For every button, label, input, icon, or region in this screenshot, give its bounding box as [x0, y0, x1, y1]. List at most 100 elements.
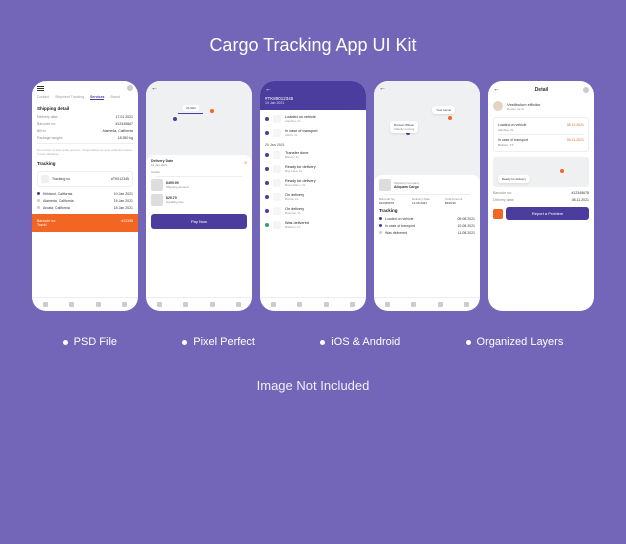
ev-date: 09.11.2021 [567, 138, 584, 142]
tab-brand[interactable]: Brand [110, 95, 119, 100]
feature-label: PSD File [74, 336, 117, 348]
delivery-v: 08.11.2021 [572, 198, 589, 202]
nav-track-icon[interactable] [438, 302, 443, 307]
status-item[interactable]: Was deliveredBaldwin, FL [260, 218, 366, 232]
status-item[interactable]: Ready for deliveryBay Lake, FL [260, 162, 366, 176]
amount-label: Shipping Amount [166, 185, 247, 189]
ready-icon [273, 179, 281, 187]
feature-item: Pixel Perfect [182, 336, 255, 348]
nav-track-icon[interactable] [324, 302, 329, 307]
nav-profile-icon[interactable] [464, 302, 469, 307]
avatar[interactable] [127, 85, 133, 91]
back-icon[interactable]: ← [265, 86, 272, 93]
status-item[interactable]: Transfer doneBartow, FL [260, 148, 366, 162]
back-icon[interactable]: ← [493, 86, 500, 93]
feature-item: iOS & Android [320, 336, 400, 348]
nav-home-icon[interactable] [385, 302, 390, 307]
status-item[interactable]: Loaded on vehicleAlachua, FL [260, 112, 366, 126]
map[interactable]: ← Ronson WilsonAtlantic coming Your Home [374, 81, 480, 181]
status-item[interactable]: On deliveryBushnel, FL [260, 204, 366, 218]
screen-shipping-detail: Contact Shipment Tracking Services Brand… [32, 81, 138, 311]
footer-text: Image Not Included [257, 378, 370, 393]
bottom-nav [374, 297, 480, 311]
ev-date: 11.08.2021 [458, 231, 475, 235]
tab-shipment[interactable]: Shipment Tracking [55, 95, 84, 100]
tracking-section: Tracking [379, 205, 475, 215]
section-tracking: Tracking [32, 158, 138, 168]
ev-title: Loaded on vehicle [498, 123, 526, 127]
tl-date: 15 Jan 2021 [114, 199, 133, 203]
pay-now-button[interactable]: Pay Now [151, 214, 247, 229]
screen-tracking-timeline: ← #TK89012345 19 Jan 2021 Loaded on vehi… [260, 81, 366, 311]
avatar[interactable] [583, 87, 589, 93]
tracking-box[interactable]: Tracking no #TK012345 [37, 171, 133, 187]
transfer-icon [273, 151, 281, 159]
tl-date: 18 Jan 2021 [114, 206, 133, 210]
feature-item: PSD File [63, 336, 117, 348]
phones-row: Contact Shipment Tracking Services Brand… [32, 81, 594, 311]
back-icon[interactable]: ← [379, 85, 386, 92]
menu-icon[interactable] [37, 86, 44, 91]
nav-track-icon[interactable] [96, 302, 101, 307]
truck-icon [273, 115, 281, 123]
tab-contact[interactable]: Contact [37, 95, 49, 100]
page-title: Detail [535, 87, 549, 93]
tab-services[interactable]: Services [90, 95, 104, 100]
kit-title: Cargo Tracking App UI Kit [209, 35, 416, 56]
barcode-v: #12345678 [571, 191, 589, 195]
call-button[interactable] [493, 209, 503, 219]
nav-home-icon[interactable] [43, 302, 48, 307]
status-item[interactable]: On deliveryBonita, FL [260, 190, 366, 204]
tracking-value: #TK012345 [111, 177, 129, 181]
tl-place: Kirkland, California [43, 192, 72, 196]
company-icon [379, 179, 391, 191]
section-shipping: Shipping detail [32, 103, 138, 113]
nav-profile-icon[interactable] [236, 302, 241, 307]
tracking-label: Tracking no [52, 177, 70, 181]
delivery-icon [273, 207, 281, 215]
label-weight: Package weight: [37, 136, 63, 140]
map-duration: 2h 30m [183, 105, 199, 111]
label-bill: Bill to: [37, 129, 47, 133]
nav-box-icon[interactable] [183, 302, 188, 307]
bottom-nav [146, 297, 252, 311]
screen-map-pay: ← 2h 30m Delivery Date 12 Jan 2021 ✆ Arc… [146, 81, 252, 311]
status-item[interactable]: Ready for deliveryBoca Raton, FL [260, 176, 366, 190]
nav-box-icon[interactable] [69, 302, 74, 307]
callout-driver: Ronson WilsonAtlantic coming [390, 121, 418, 133]
user-sub: Doctor, lor et [507, 107, 541, 111]
callout-home: Your Home [432, 106, 455, 114]
nav-track-icon[interactable] [210, 302, 215, 307]
nav-home-icon[interactable] [271, 302, 276, 307]
user-row[interactable]: Vestibulum efficitur Doctor, lor et [488, 98, 594, 114]
nav-profile-icon[interactable] [122, 302, 127, 307]
check-icon [273, 221, 281, 229]
nav-box-icon[interactable] [411, 302, 416, 307]
map[interactable]: ← 2h 30m [146, 81, 252, 161]
fee-icon [151, 194, 163, 206]
tl-place: Arcata, California [43, 206, 70, 210]
col-date: 12.06.2021 [412, 201, 442, 205]
mini-map[interactable]: Ready for delivery [493, 157, 589, 187]
transport-icon [273, 129, 281, 137]
status-item[interactable]: In case of transportAlford, FL [260, 126, 366, 140]
label-delivery: Delivery date: [37, 115, 58, 119]
ev-sub: Bethlen, TX [498, 143, 584, 147]
feature-label: Pixel Perfect [193, 336, 255, 348]
screen-map-tracking: ← Ronson WilsonAtlantic coming Your Home… [374, 81, 480, 311]
nav-home-icon[interactable] [157, 302, 162, 307]
col-amount: $499.99 [445, 201, 475, 205]
back-icon[interactable]: ← [151, 85, 158, 92]
status-list: Loaded on vehicleAlachua, FL In case of … [260, 110, 366, 297]
nav-box-icon[interactable] [297, 302, 302, 307]
report-problem-button[interactable]: Report a Problem [506, 207, 589, 220]
package-icon [41, 175, 49, 183]
call-icon[interactable]: ✆ [244, 161, 247, 165]
track-banner[interactable]: Barcode no:Track! #12345 [32, 214, 138, 232]
ev-date: 09.08.2021 [457, 217, 475, 221]
topbar [32, 81, 138, 95]
tracking-date: 19 Jan 2021 [265, 101, 361, 105]
map-status: Ready for delivery [498, 175, 530, 183]
nav-profile-icon[interactable] [350, 302, 355, 307]
timeline: Kirkland, California10 Jan 2021 Alameda,… [32, 190, 138, 211]
